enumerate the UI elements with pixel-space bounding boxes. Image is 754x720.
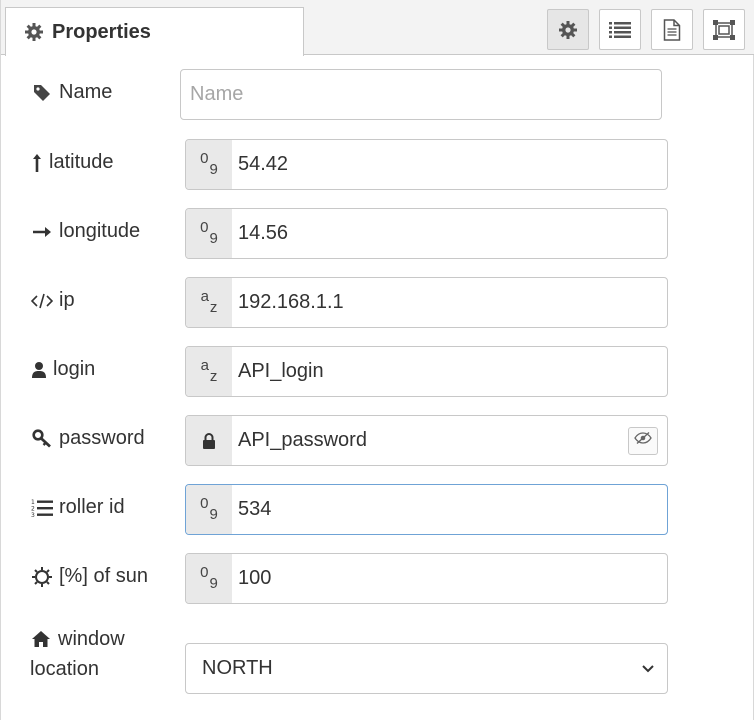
number-type-icon[interactable]: 09: [186, 554, 232, 603]
gear-icon: [24, 22, 44, 42]
tag-icon: [31, 82, 53, 104]
chevron-down-icon: [641, 657, 655, 680]
sun-icon: [31, 566, 53, 588]
roller-id-field[interactable]: 09 534: [185, 484, 668, 535]
ip-value[interactable]: 192.168.1.1: [232, 291, 667, 314]
password-field[interactable]: API_password: [185, 415, 668, 466]
sun-label: [%] of sun: [31, 565, 148, 588]
longitude-value[interactable]: 14.56: [232, 222, 667, 245]
gear-icon: [558, 20, 578, 40]
info-tab-button[interactable]: [651, 9, 693, 50]
toggle-password-visibility-button[interactable]: [628, 426, 658, 455]
window-location-selected: NORTH: [202, 657, 273, 679]
settings-tab-button[interactable]: [547, 9, 589, 50]
code-icon: [31, 290, 53, 312]
ip-field[interactable]: az 192.168.1.1: [185, 277, 668, 328]
string-type-icon[interactable]: az: [186, 278, 232, 327]
name-label: Name: [31, 81, 112, 104]
eye-slash-icon: [634, 431, 652, 450]
tab-properties[interactable]: Properties: [5, 7, 304, 56]
user-icon: [31, 359, 47, 381]
sun-value[interactable]: 100: [232, 567, 667, 590]
description-tab-button[interactable]: [599, 9, 641, 50]
tab-title: Properties: [52, 20, 151, 43]
frame-icon: [712, 19, 736, 41]
latitude-value[interactable]: 54.42: [232, 153, 667, 176]
longitude-field[interactable]: 09 14.56: [185, 208, 668, 259]
number-type-icon[interactable]: 09: [186, 209, 232, 258]
arrow-right-icon: [31, 221, 53, 243]
appearance-tab-button[interactable]: [703, 9, 745, 50]
document-icon: [663, 18, 681, 41]
tab-bar: Properties: [1, 0, 754, 56]
roller-id-label: 123 roller id: [31, 496, 125, 519]
lock-icon: [186, 416, 232, 465]
sun-field[interactable]: 09 100: [185, 553, 668, 604]
login-field[interactable]: az API_login: [185, 346, 668, 397]
window-location-select[interactable]: NORTH: [185, 643, 668, 694]
latitude-field[interactable]: 09 54.42: [185, 139, 668, 190]
login-label: login: [31, 358, 95, 381]
login-value[interactable]: API_login: [232, 360, 667, 383]
list-icon: [609, 21, 631, 39]
longitude-label: longitude: [31, 220, 140, 243]
number-type-icon[interactable]: 09: [186, 140, 232, 189]
string-type-icon[interactable]: az: [186, 347, 232, 396]
key-icon: [31, 428, 53, 450]
password-label: password: [31, 427, 145, 450]
name-input[interactable]: [180, 69, 662, 120]
svg-text:3: 3: [31, 512, 35, 518]
properties-panel: Properties Name Name latitude 0 9 54.42 …: [0, 0, 754, 720]
number-type-icon[interactable]: 09: [186, 485, 232, 534]
latitude-label: latitude: [31, 151, 114, 174]
ip-label: ip: [31, 289, 75, 312]
password-value[interactable]: API_password: [232, 429, 628, 452]
roller-id-value[interactable]: 534: [232, 498, 667, 521]
ordered-list-icon: 123: [31, 497, 53, 519]
window-location-label: window location: [30, 628, 125, 680]
home-icon: [30, 628, 52, 650]
arrow-up-icon: [31, 152, 43, 174]
